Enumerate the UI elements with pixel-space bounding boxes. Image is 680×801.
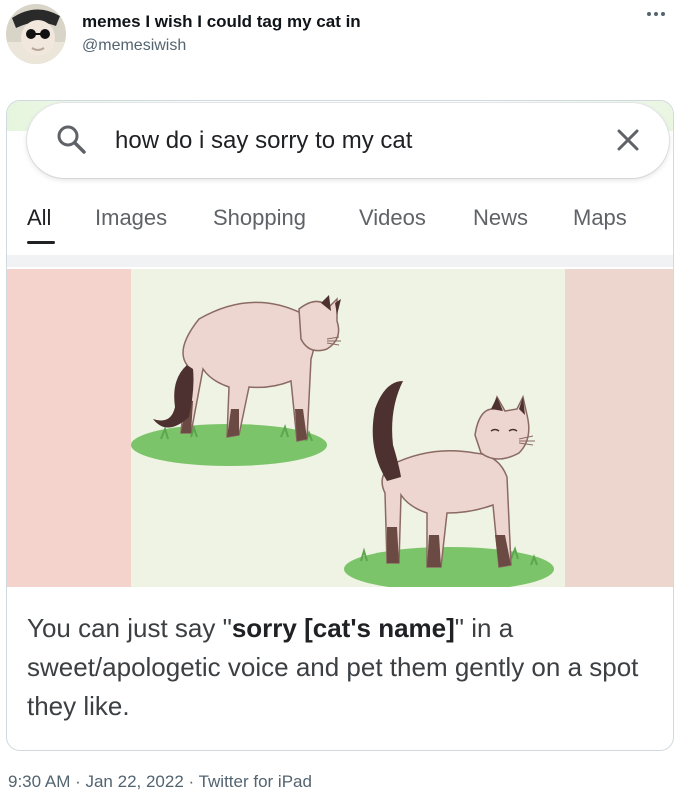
display-name[interactable]: memes I wish I could tag my cat in (82, 12, 361, 32)
result-image[interactable] (7, 269, 673, 587)
search-tabs: All Images Shopping Videos News Maps (7, 193, 673, 255)
answer-bold: sorry [cat's name] (231, 613, 455, 643)
tab-videos[interactable]: Videos (359, 205, 426, 231)
image-left-band (7, 269, 131, 587)
more-horizontal-icon[interactable] (642, 6, 670, 30)
search-input[interactable]: how do i say sorry to my cat (115, 127, 412, 155)
avatar[interactable] (6, 4, 66, 64)
close-icon[interactable] (613, 125, 643, 155)
tweet-meta[interactable]: 9:30 AM · Jan 22, 2022 · Twitter for iPa… (8, 772, 312, 792)
search-icon[interactable] (53, 121, 89, 157)
tab-news[interactable]: News (473, 205, 528, 231)
tabs-divider (7, 255, 673, 267)
tab-images[interactable]: Images (95, 205, 167, 231)
media-card[interactable]: how do i say sorry to my cat All Images … (6, 100, 674, 751)
answer-text: You can just say "sorry [cat's name]" in… (27, 609, 663, 726)
active-tab-indicator (27, 241, 55, 244)
image-right-band (565, 269, 673, 587)
tab-all[interactable]: All (27, 205, 51, 231)
cat-illustration (131, 269, 565, 587)
answer-prefix: You can just say " (27, 613, 232, 643)
handle[interactable]: @memesiwish (82, 37, 186, 55)
tab-maps[interactable]: Maps (573, 205, 627, 231)
search-bar[interactable]: how do i say sorry to my cat (27, 103, 669, 178)
tab-shopping[interactable]: Shopping (213, 205, 306, 231)
tweet-header: memes I wish I could tag my cat in @meme… (0, 0, 680, 80)
